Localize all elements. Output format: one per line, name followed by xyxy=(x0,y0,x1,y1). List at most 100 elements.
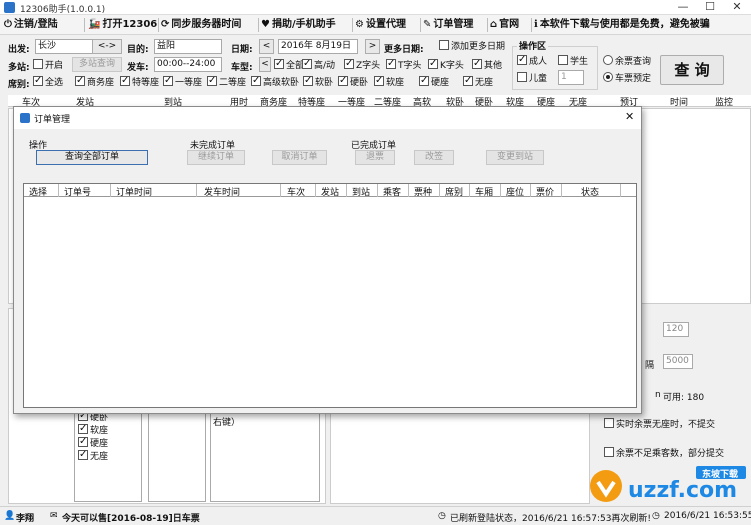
radio-icon xyxy=(603,72,613,82)
dialog-title: 订单管理 xyxy=(34,115,71,125)
mail-icon: ✉ xyxy=(50,511,58,521)
seat-first[interactable]: 一等座 xyxy=(163,74,202,89)
train-icon: 🚂 xyxy=(88,19,101,30)
gap-input[interactable]: 5000 xyxy=(663,354,693,369)
refresh-icon: ⟳ xyxy=(161,19,170,30)
seat-business[interactable]: 商务座 xyxy=(75,74,114,89)
remain-query-radio[interactable]: 余票查询 xyxy=(603,55,651,68)
checkbox-icon xyxy=(338,74,348,87)
toolbar: ⏻ 注销/登陆 🚂 打开12306 ⟳ 同步服务器时间 ♥ 捐助/手机助手 ⚙ 设置代理 … xyxy=(0,15,751,35)
checkbox-icon xyxy=(604,418,614,428)
official-site-button[interactable]: ⌂ 官网 xyxy=(490,17,519,33)
col-passenger: 乘客 xyxy=(383,188,402,198)
interval-input[interactable]: 120 xyxy=(663,322,689,337)
col-seat: 座位 xyxy=(506,188,525,198)
col-train-no: 车次 xyxy=(287,188,306,198)
passenger-student-checkbox[interactable]: 学生 xyxy=(558,55,588,68)
seat-select-all[interactable]: 全选 xyxy=(33,74,63,89)
date-prev-button[interactable]: < xyxy=(259,39,274,54)
minimize-button[interactable]: — xyxy=(670,0,696,15)
status-bar: 👤 李翔 ✉ 今天可以售[2016-08-19]日车票 ◷ 已刷新登陆状态，20… xyxy=(0,506,751,525)
train-type-k[interactable]: K字头 xyxy=(428,57,464,72)
seat-hard-sleeper[interactable]: 硬卧 xyxy=(338,74,368,89)
checkbox-icon xyxy=(303,74,313,87)
seat-special[interactable]: 特等座 xyxy=(120,74,159,89)
multi-station-checkbox[interactable]: 开启 xyxy=(33,59,63,72)
seat-priority-list[interactable]: 硬卧 软座 硬座 无座 xyxy=(74,400,142,502)
col-car: 车厢 xyxy=(475,188,494,198)
refresh-status: 已刷新登陆状态，2016/6/21 16:57:53再次刷新! xyxy=(450,514,652,524)
add-more-date-checkbox[interactable]: 添加更多日期 xyxy=(439,40,505,53)
checkbox-icon xyxy=(463,74,473,87)
open-12306-button[interactable]: 🚂 打开12306 xyxy=(88,17,157,33)
donate-mobile-button[interactable]: ♥ 捐助/手机助手 xyxy=(261,17,336,33)
checkbox-icon xyxy=(604,447,614,457)
book-ticket-radio[interactable]: 车票预定 xyxy=(603,72,651,85)
col-seat-class: 席别 xyxy=(445,188,464,198)
seat-soft-seat[interactable]: 软座 xyxy=(374,74,404,89)
train-type-gd[interactable]: 高/动 xyxy=(302,57,335,72)
date-next-button[interactable]: > xyxy=(365,39,380,54)
to-station-input[interactable]: 益阳 xyxy=(154,39,222,54)
query-button[interactable]: 查 询 xyxy=(660,55,724,85)
swap-stations-button[interactable]: <-> xyxy=(92,39,122,54)
partial-commit-checkbox[interactable]: 余票不足乘客数，部分提交 xyxy=(604,447,724,460)
train-type-all[interactable]: 全部 xyxy=(274,57,304,72)
child-count-stepper[interactable]: 1 xyxy=(558,70,584,85)
dialog-close-button[interactable]: ✕ xyxy=(625,110,634,123)
uzzf-watermark-logo: uzzf.com 东坡下载 xyxy=(584,464,749,506)
col-ticket-type: 票种 xyxy=(414,188,433,198)
seat-soft-sleeper[interactable]: 软卧 xyxy=(303,74,333,89)
query-all-orders-button[interactable]: 查询全部订单 xyxy=(36,150,148,165)
seat-hard-seat[interactable]: 硬座 xyxy=(419,74,449,89)
multi-station-query-button[interactable]: 多站查询 xyxy=(72,57,122,72)
checkbox-icon xyxy=(386,57,396,70)
train-type-t[interactable]: T字头 xyxy=(386,57,422,72)
train-type-prev-button[interactable]: < xyxy=(259,57,271,72)
cancel-order-button[interactable]: 取消订单 xyxy=(272,150,327,165)
current-user: 李翔 xyxy=(16,514,35,524)
checkbox-icon xyxy=(33,74,43,87)
seat-second[interactable]: 二等座 xyxy=(207,74,246,89)
orders-table[interactable]: 选择 订单号 订单时间 发车时间 车次 发站 到站 乘客 票种 席别 车厢 座位… xyxy=(23,183,637,408)
passenger-adult-checkbox[interactable]: 成人 xyxy=(517,53,547,68)
continue-order-button[interactable]: 继续订单 xyxy=(187,150,245,165)
train-type-other[interactable]: 其他 xyxy=(472,57,502,72)
refund-button[interactable]: 退票 xyxy=(355,150,395,165)
dialog-body: 操作 查询全部订单 未完成订单 继续订单 取消订单 已完成订单 退票 改签 变更… xyxy=(14,129,641,413)
watermark-brand: uzzf.com xyxy=(628,478,738,503)
window-title: 12306助手(1.0.0.1) xyxy=(20,5,106,15)
sync-time-button[interactable]: ⟳ 同步服务器时间 xyxy=(161,17,241,33)
list-item[interactable]: 无座 xyxy=(78,448,108,463)
no-commit-realtime-checkbox[interactable]: 实时余票无座时，不提交 xyxy=(604,418,715,431)
login-logout-button[interactable]: ⏻ 注销/登陆 xyxy=(4,17,58,33)
time-icon: ◷ xyxy=(652,511,660,521)
sale-info: 今天可以售[2016-08-19]日车票 xyxy=(62,514,200,524)
checkbox-icon xyxy=(428,57,438,70)
change-station-button[interactable]: 变更到站 xyxy=(486,150,544,165)
col-status: 状态 xyxy=(581,188,600,198)
date-picker[interactable]: 2016年 8月19日 xyxy=(278,39,358,54)
checkbox-icon xyxy=(274,57,284,70)
col-monitor: 监控 xyxy=(715,98,734,108)
close-button[interactable]: ✕ xyxy=(724,0,750,15)
change-ticket-button[interactable]: 改签 xyxy=(414,150,454,165)
order-management-button[interactable]: ✎ 订单管理 xyxy=(423,17,473,33)
seat-deluxe-soft-sleeper[interactable]: 高级软卧 xyxy=(251,74,299,89)
col-to-station: 到站 xyxy=(352,188,371,198)
maximize-button[interactable]: ☐ xyxy=(697,0,723,15)
depart-time-select[interactable]: 00:00--24:00 xyxy=(154,57,222,72)
col-depart-time: 发车时间 xyxy=(204,188,241,198)
seat-no-seat[interactable]: 无座 xyxy=(463,74,493,89)
passenger-list[interactable]: 右键） xyxy=(210,400,320,502)
power-icon: ⏻ xyxy=(4,19,12,30)
train-type-z[interactable]: Z字头 xyxy=(344,57,380,72)
passenger-child-checkbox[interactable]: 儿童 xyxy=(517,72,547,85)
proxy-settings-button[interactable]: ⚙ 设置代理 xyxy=(355,17,406,33)
checkbox-icon xyxy=(439,40,449,50)
col-price: 票价 xyxy=(536,188,555,198)
from-label: 出发: xyxy=(8,45,30,55)
checkbox-icon xyxy=(374,74,384,87)
checkbox-icon xyxy=(33,59,43,69)
train-priority-list[interactable] xyxy=(148,400,206,502)
